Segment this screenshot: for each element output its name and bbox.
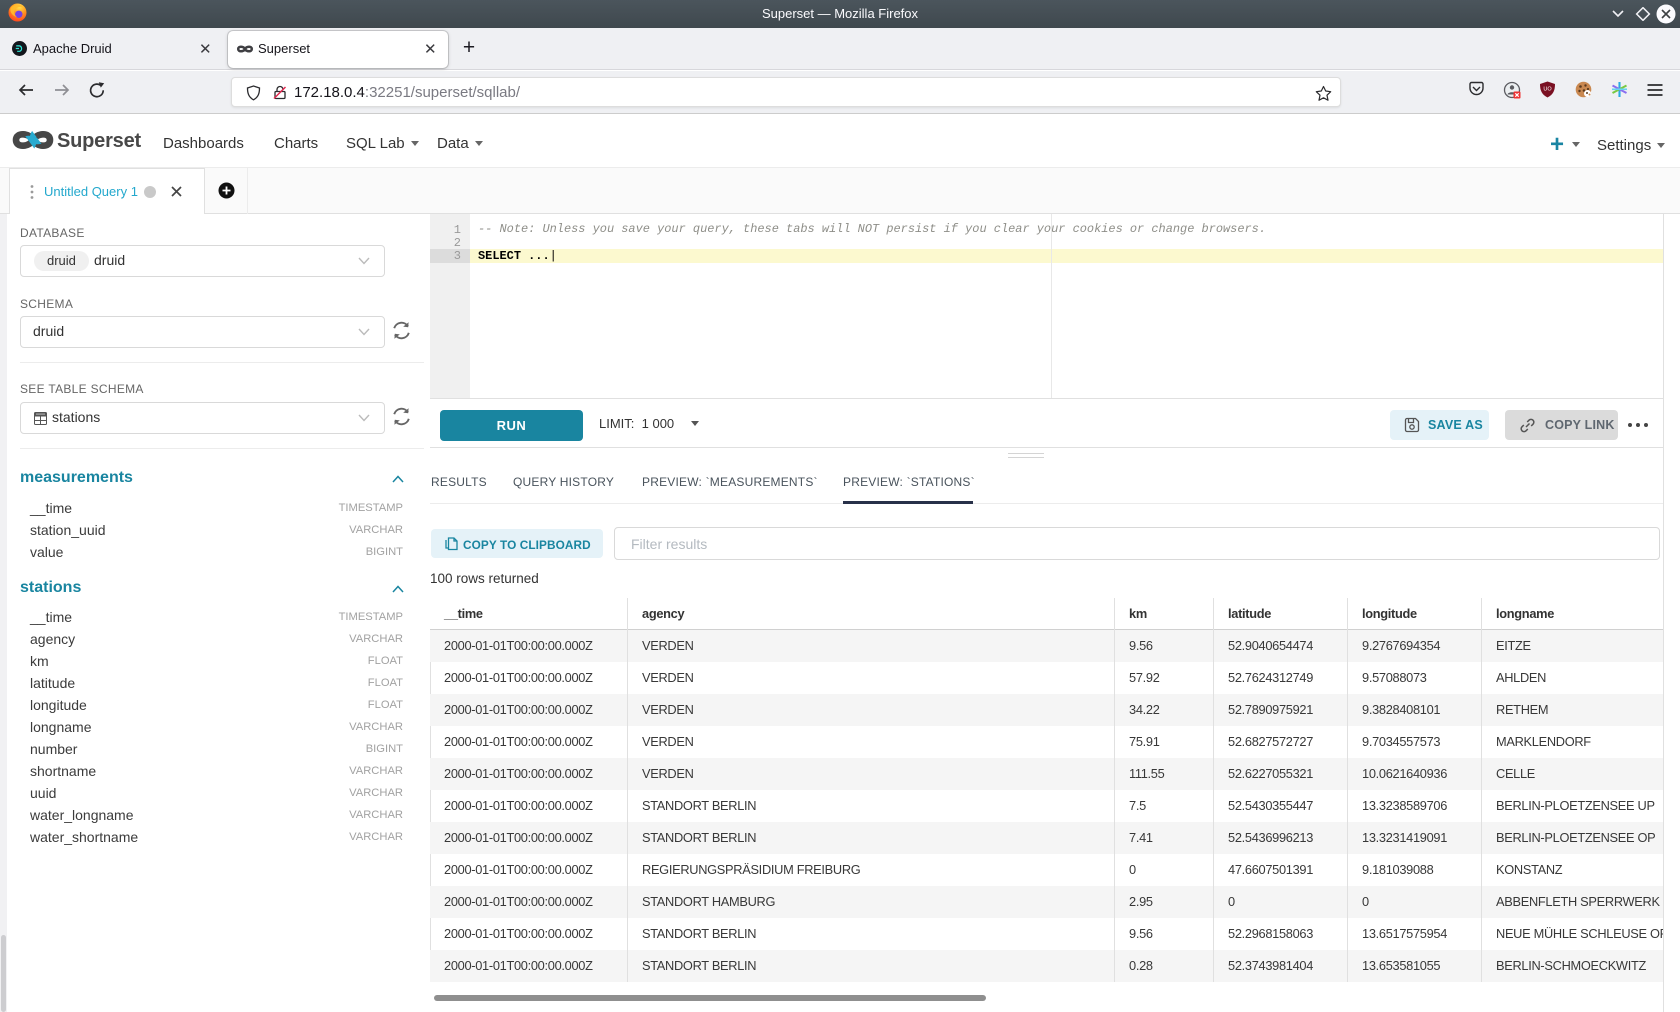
svg-text:UO: UO (1543, 87, 1552, 93)
